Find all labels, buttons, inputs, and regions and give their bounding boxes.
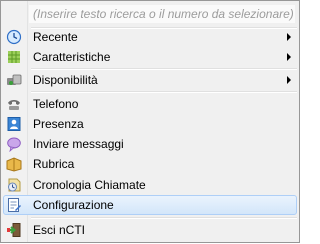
submenu-arrow-icon xyxy=(287,76,291,84)
configuration-icon xyxy=(6,197,22,213)
presence-icon xyxy=(6,116,22,132)
menu-item-label: Disponibilità xyxy=(33,73,98,87)
menu-item-label: Caratteristiche xyxy=(33,50,111,64)
submenu-arrow-icon xyxy=(287,33,291,41)
menu-item-disponibilita[interactable]: Disponibilità xyxy=(3,70,297,90)
menu-item-label: Cronologia Chiamate xyxy=(33,178,146,192)
availability-icon xyxy=(6,72,22,88)
menu-item-recente[interactable]: Recente xyxy=(3,27,297,47)
menu-item-label: Recente xyxy=(33,30,78,44)
menu-item-label: Configurazione xyxy=(33,198,114,212)
menu-item-label: Presenza xyxy=(33,117,84,131)
menu-item-configurazione[interactable]: Configurazione xyxy=(3,195,297,215)
search-input[interactable]: (Inserire testo ricerca o il numero da s… xyxy=(29,5,295,23)
menu-item-caratteristiche[interactable]: Caratteristiche xyxy=(3,47,297,67)
menu-item-telefono[interactable]: Telefono xyxy=(3,94,297,114)
menu-item-presenza[interactable]: Presenza xyxy=(3,114,297,134)
menu-item-label: Inviare messaggi xyxy=(33,137,124,151)
chat-bubble-icon xyxy=(6,136,22,153)
menu-separator xyxy=(31,91,297,93)
menu-item-label: Telefono xyxy=(33,97,79,111)
clock-icon xyxy=(6,29,22,45)
context-menu: (Inserire testo ricerca o il numero da s… xyxy=(0,0,300,243)
call-history-icon xyxy=(6,177,22,193)
exit-icon xyxy=(6,222,22,238)
menu-item-label: Esci nCTI xyxy=(33,223,86,237)
menu-item-inviare-messaggi[interactable]: Inviare messaggi xyxy=(3,134,297,154)
address-book-icon xyxy=(6,156,22,172)
phone-icon xyxy=(6,96,22,112)
menu-item-label: Rubrica xyxy=(33,157,75,171)
menu-item-rubrica[interactable]: Rubrica xyxy=(3,154,297,174)
menu-item-esci-ncti[interactable]: Esci nCTI xyxy=(3,220,297,240)
menu-separator xyxy=(31,217,297,219)
submenu-arrow-icon xyxy=(287,53,291,61)
grid-icon xyxy=(6,49,22,65)
menu-item-cronologia-chiamate[interactable]: Cronologia Chiamate xyxy=(3,175,297,195)
